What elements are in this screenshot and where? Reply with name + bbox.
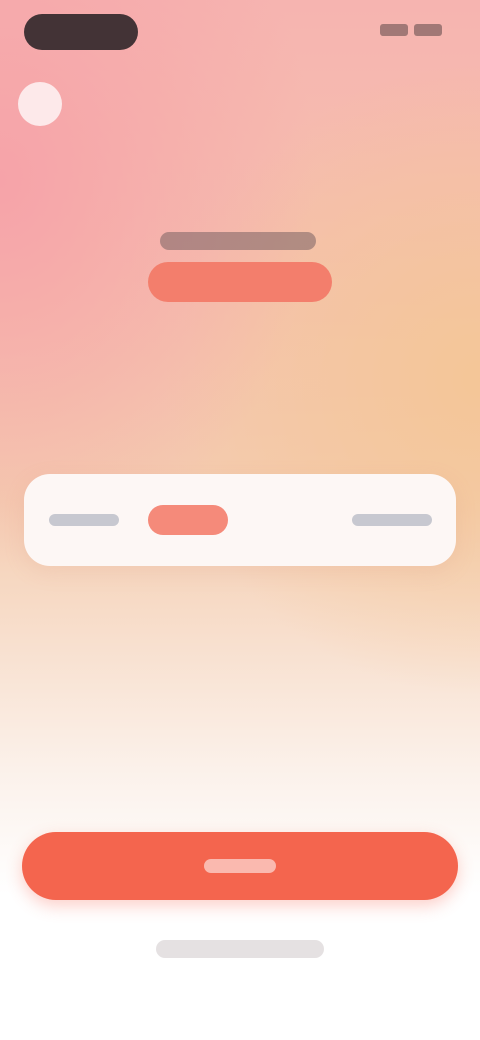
primary-button[interactable] [22,832,458,900]
secondary-link[interactable] [156,940,324,958]
battery-icon [414,24,442,36]
status-time-pill [24,14,138,50]
selector-option-label [352,514,432,526]
selector-option-3[interactable] [244,492,340,548]
selector-option-1[interactable] [36,492,132,548]
selector-option-label [49,514,119,526]
page-title [160,232,316,250]
selector-option-4[interactable] [340,492,444,548]
status-indicators [380,24,442,36]
title-highlight [148,262,332,302]
option-selector [24,474,456,566]
selector-option-label [148,505,228,535]
signal-icon [380,24,408,36]
back-button[interactable] [18,82,62,126]
primary-button-label [204,859,276,873]
selector-option-2[interactable] [132,492,244,548]
